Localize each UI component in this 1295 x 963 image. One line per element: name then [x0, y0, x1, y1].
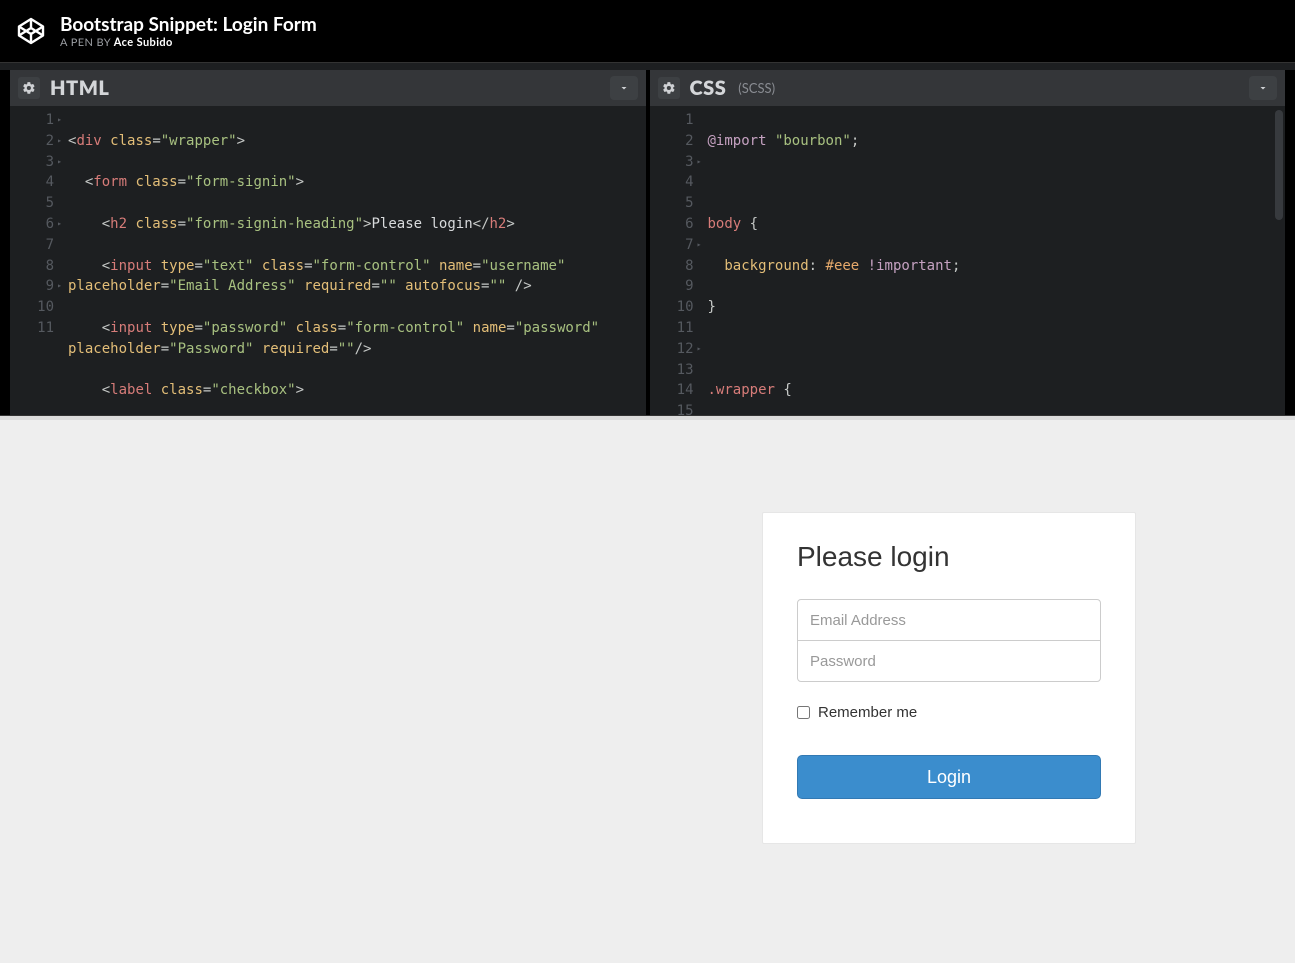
css-editor-subtitle: (SCSS)	[738, 80, 775, 96]
remember-me-checkbox[interactable]	[797, 706, 810, 719]
login-form: Please login Remember me Login	[762, 512, 1136, 844]
scrollbar-thumb[interactable]	[1275, 110, 1283, 220]
html-editor-title: HTML	[50, 76, 109, 100]
html-code-area[interactable]: 1234567891011 <div class="wrapper"> <for…	[10, 106, 646, 415]
chevron-down-icon[interactable]	[610, 76, 638, 100]
html-editor: HTML 1234567891011 <div class="wrapper">…	[0, 70, 646, 415]
remember-me-row[interactable]: Remember me	[797, 704, 1101, 721]
css-editor: CSS (SCSS) 123456789101112131415 @import…	[646, 70, 1295, 415]
html-code[interactable]: <div class="wrapper"> <form class="form-…	[60, 106, 646, 415]
editor-panes: HTML 1234567891011 <div class="wrapper">…	[0, 70, 1295, 415]
top-strip	[0, 62, 1295, 70]
pen-byline: A PEN BY Ace Subido	[60, 36, 317, 49]
remember-me-label: Remember me	[818, 704, 917, 721]
preview-pane: Please login Remember me Login	[0, 420, 1295, 963]
byline-prefix: A PEN BY	[60, 36, 114, 49]
css-gutter: 123456789101112131415	[650, 106, 700, 415]
css-editor-title: CSS	[690, 76, 727, 100]
header-titles: Bootstrap Snippet: Login Form A PEN BY A…	[60, 13, 317, 49]
css-code-area[interactable]: 123456789101112131415 @import "bourbon";…	[650, 106, 1286, 415]
email-field[interactable]	[797, 599, 1101, 641]
html-editor-header: HTML	[10, 70, 646, 106]
gear-icon[interactable]	[18, 77, 40, 99]
css-code[interactable]: @import "bourbon"; body { background: #e…	[700, 106, 1286, 415]
pen-author[interactable]: Ace Subido	[114, 36, 173, 49]
html-gutter: 1234567891011	[10, 106, 60, 415]
login-button[interactable]: Login	[797, 755, 1101, 799]
chevron-down-icon[interactable]	[1249, 76, 1277, 100]
gear-icon[interactable]	[658, 77, 680, 99]
codepen-header: Bootstrap Snippet: Login Form A PEN BY A…	[0, 0, 1295, 62]
pen-title[interactable]: Bootstrap Snippet: Login Form	[60, 13, 317, 36]
password-field[interactable]	[797, 640, 1101, 682]
login-heading: Please login	[797, 541, 1101, 573]
css-editor-header: CSS (SCSS)	[650, 70, 1286, 106]
codepen-logo-icon[interactable]	[14, 14, 48, 48]
